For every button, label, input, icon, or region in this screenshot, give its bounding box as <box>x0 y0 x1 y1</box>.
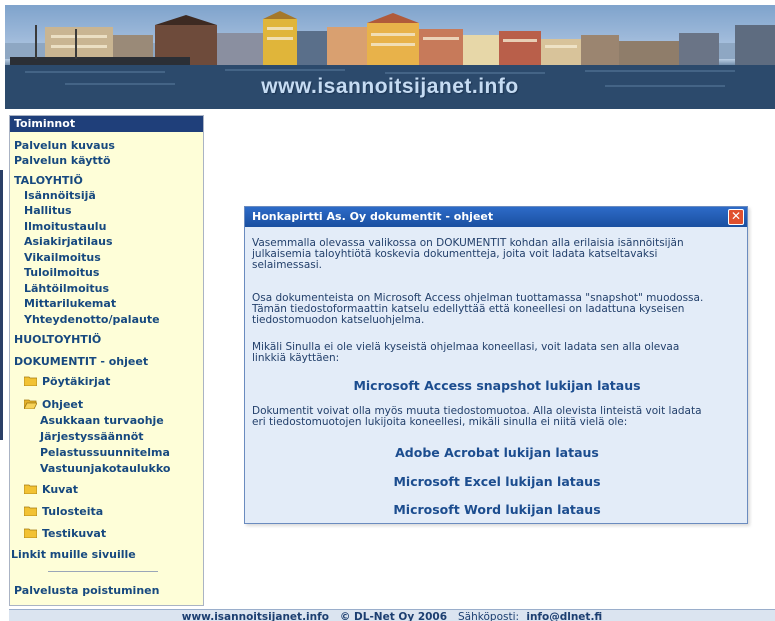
folder-tulosteita[interactable]: Tulosteita <box>24 505 103 519</box>
nav-palvelusta-poistuminen[interactable]: Palvelusta poistuminen <box>14 584 159 598</box>
close-icon[interactable]: ✕ <box>728 209 744 225</box>
nav-mittarilukemat[interactable]: Mittarilukemat <box>24 297 116 311</box>
footer-copyright: © DL-Net Oy 2006 <box>339 611 448 621</box>
folder-icon <box>24 506 37 516</box>
dialog-paragraph-2: Osa dokumenteista on Microsoft Access oh… <box>252 293 742 326</box>
nav-palvelun-kaytto[interactable]: Palvelun käyttö <box>14 154 111 168</box>
nav-dokumentit[interactable]: DOKUMENTIT - ohjeet <box>14 355 148 369</box>
dialog-paragraph-4: Dokumentit voivat olla myös muuta tiedos… <box>252 406 742 428</box>
nav-asukkaan-turvaohje[interactable]: Asukkaan turvaohje <box>40 414 164 428</box>
page: www.isannoitsijanet.info Toiminnot Palve… <box>0 0 775 621</box>
footer-site[interactable]: www.isannoitsijanet.info <box>182 611 329 621</box>
nav-vikailmoitus[interactable]: Vikailmoitus <box>24 251 101 265</box>
link-microsoft-excel[interactable]: Microsoft Excel lukijan lataus <box>245 474 749 489</box>
link-adobe-acrobat[interactable]: Adobe Acrobat lukijan lataus <box>245 445 749 460</box>
left-edge-accent <box>0 170 3 440</box>
folder-testikuvat[interactable]: Testikuvat <box>24 527 106 541</box>
footer-email-label: Sähköposti: <box>458 611 520 621</box>
folder-label: Tulosteita <box>42 505 104 518</box>
folder-label: Ohjeet <box>42 398 84 411</box>
dialog-title: Honkapirtti As. Oy dokumentit - ohjeet <box>252 210 494 223</box>
text-line: tiedostomuodon katseluohjelma. <box>252 314 425 326</box>
text-line: julkaisemia taloyhtiötä koskevia dokumen… <box>252 248 658 260</box>
folder-ohjeet[interactable]: Ohjeet <box>24 398 83 412</box>
folder-icon <box>24 376 37 386</box>
folder-icon <box>24 484 37 494</box>
banner: www.isannoitsijanet.info <box>5 5 775 109</box>
text-line: linkkiä käyttäen: <box>252 352 340 364</box>
nav-taloyhtio[interactable]: TALOYHTIÖ <box>14 174 83 188</box>
nav-linkit[interactable]: Linkit muille sivuille <box>11 548 136 562</box>
folder-icon <box>24 528 37 538</box>
nav-jarjestyssaannot[interactable]: Järjestyssäännöt <box>40 430 144 444</box>
link-microsoft-word[interactable]: Microsoft Word lukijan lataus <box>245 502 749 517</box>
dialog-paragraph-3: Mikäli Sinulla ei ole vielä kyseistä ohj… <box>252 342 742 364</box>
info-dialog: Honkapirtti As. Oy dokumentit - ohjeet ✕… <box>244 206 748 524</box>
nav-tuloilmoitus[interactable]: Tuloilmoitus <box>24 266 99 280</box>
nav-ilmoitustaulu[interactable]: Ilmoitustaulu <box>24 220 106 234</box>
nav-vastuunjakotaulukko[interactable]: Vastuunjakotaulukko <box>40 462 170 476</box>
folder-open-icon <box>24 399 37 409</box>
nav-lahtoilmoitus[interactable]: Lähtöilmoitus <box>24 282 109 296</box>
folder-label: Kuvat <box>42 483 79 496</box>
text-line: eri tiedostomuotojen lukijoita koneelles… <box>252 416 628 428</box>
nav-palvelun-kuvaus[interactable]: Palvelun kuvaus <box>14 139 115 153</box>
dialog-title-bar[interactable]: Honkapirtti As. Oy dokumentit - ohjeet ✕ <box>245 207 747 227</box>
folder-poytakirjat[interactable]: Pöytäkirjat <box>24 375 110 389</box>
footer: www.isannoitsijanet.info © DL-Net Oy 200… <box>9 609 775 621</box>
sidebar-divider <box>48 571 158 572</box>
nav-yhteydenotto[interactable]: Yhteydenotto/palaute <box>24 313 160 327</box>
nav-huoltoyhtio[interactable]: HUOLTOYHTIÖ <box>14 333 101 347</box>
text-line: selaimessasi. <box>252 259 322 271</box>
link-access-snapshot[interactable]: Microsoft Access snapshot lukijan lataus <box>245 378 749 393</box>
folder-label: Testikuvat <box>42 527 107 540</box>
footer-email-link[interactable]: info@dlnet.fi <box>526 611 602 621</box>
nav-asiakirjatilaus[interactable]: Asiakirjatilaus <box>24 235 113 249</box>
sidebar: Toiminnot Palvelun kuvaus Palvelun käytt… <box>9 115 204 606</box>
folder-label: Pöytäkirjat <box>42 375 111 388</box>
banner-site-title: www.isannoitsijanet.info <box>261 75 519 98</box>
nav-hallitus[interactable]: Hallitus <box>24 204 72 218</box>
nav-isannoitsija[interactable]: Isännöitsijä <box>24 189 96 203</box>
folder-kuvat[interactable]: Kuvat <box>24 483 78 497</box>
nav-pelastussuunnitelma[interactable]: Pelastussuunnitelma <box>40 446 170 460</box>
dialog-paragraph-1: Vasemmalla olevassa valikossa on DOKUMEN… <box>252 238 742 271</box>
sidebar-header: Toiminnot <box>10 116 203 132</box>
